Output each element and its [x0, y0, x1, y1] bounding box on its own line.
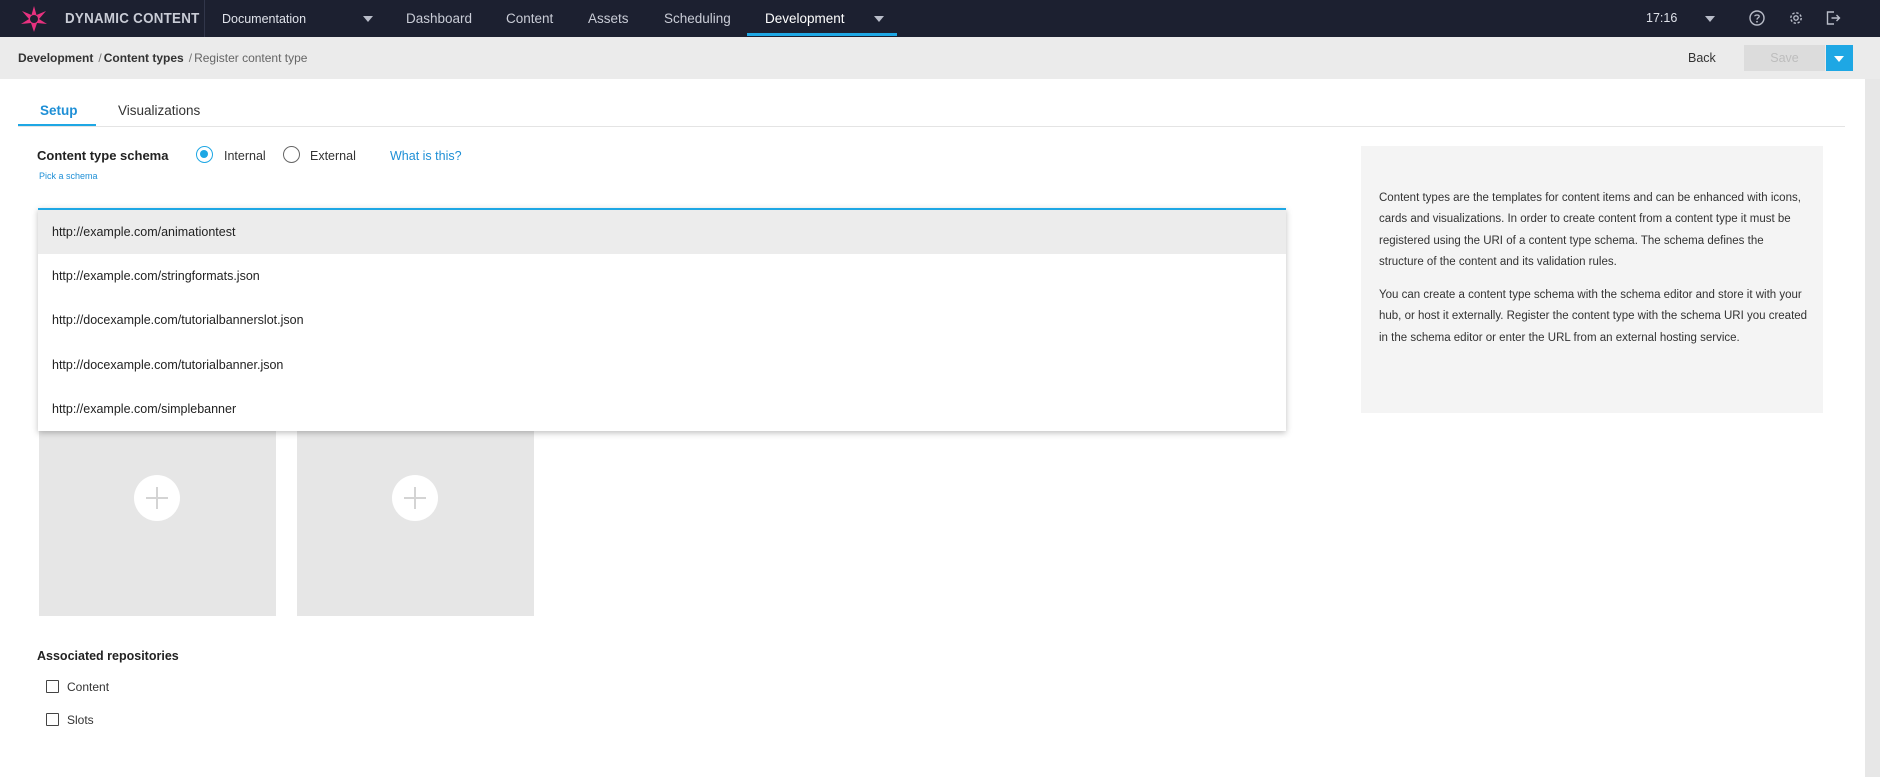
external-radio[interactable]	[283, 146, 300, 163]
gear-icon[interactable]	[1787, 9, 1805, 27]
active-nav-indicator	[747, 33, 897, 36]
info-panel: Content types are the templates for cont…	[1361, 146, 1823, 413]
tab-visualizations[interactable]: Visualizations	[118, 103, 200, 118]
nav-content[interactable]: Content	[506, 11, 553, 26]
schema-option[interactable]: http://docexample.com/tutorialbannerslot…	[38, 298, 1286, 342]
schema-option[interactable]: http://docexample.com/tutorialbanner.jso…	[38, 343, 1286, 387]
tab-divider	[18, 126, 1845, 127]
brand-name: DYNAMIC CONTENT	[65, 11, 200, 27]
breadcrumb-development[interactable]: Development	[18, 51, 93, 65]
nav-development[interactable]: Development	[765, 11, 845, 26]
tab-setup[interactable]: Setup	[40, 103, 78, 118]
add-icon[interactable]	[392, 475, 438, 521]
logo-icon[interactable]	[20, 5, 48, 33]
slots-repo-checkbox[interactable]	[46, 713, 59, 726]
schema-option[interactable]: http://example.com/simplebanner	[38, 387, 1286, 431]
slots-repo-label[interactable]: Slots	[67, 713, 94, 727]
internal-radio[interactable]	[196, 146, 213, 163]
schema-option[interactable]: http://example.com/stringformats.json	[38, 254, 1286, 298]
sign-out-icon[interactable]	[1824, 9, 1842, 27]
breadcrumb-separator: /	[98, 51, 102, 65]
top-navigation-bar: DYNAMIC CONTENT Documentation Dashboard …	[0, 0, 1880, 37]
back-button[interactable]: Back	[1688, 51, 1716, 65]
chevron-down-icon	[1834, 56, 1844, 62]
breadcrumb: Development / Content types / Register conte…	[18, 51, 307, 65]
info-paragraph-1: Content types are the templates for cont…	[1379, 192, 1801, 268]
nav-dashboard[interactable]: Dashboard	[406, 11, 472, 26]
pick-schema-label: Pick a schema	[39, 171, 98, 181]
save-options-button[interactable]	[1826, 45, 1853, 71]
scrollbar[interactable]	[1865, 79, 1880, 777]
external-radio-label[interactable]: External	[310, 149, 356, 163]
chevron-down-icon[interactable]	[363, 16, 373, 22]
nav-scheduling[interactable]: Scheduling	[664, 11, 731, 26]
hub-selector[interactable]: Documentation	[222, 12, 306, 26]
chevron-down-icon[interactable]	[1705, 16, 1715, 22]
breadcrumb-content-types[interactable]: Content types	[104, 51, 184, 65]
content-repo-checkbox[interactable]	[46, 680, 59, 693]
clock: 17:16	[1646, 11, 1678, 25]
breadcrumb-current: Register content type	[194, 51, 308, 65]
schema-label: Content type schema	[37, 148, 169, 163]
schema-dropdown[interactable]: http://example.com/animationtest http://…	[38, 208, 1286, 431]
info-paragraph-2: You can create a content type schema wit…	[1379, 289, 1808, 344]
icon-card-placeholder[interactable]	[39, 425, 276, 616]
add-icon[interactable]	[134, 475, 180, 521]
content-repo-label[interactable]: Content	[67, 680, 109, 694]
associated-repositories-label: Associated repositories	[37, 649, 179, 663]
chevron-down-icon[interactable]	[874, 16, 884, 22]
schema-option[interactable]: http://example.com/animationtest	[38, 210, 1286, 254]
nav-assets[interactable]: Assets	[588, 11, 629, 26]
internal-radio-label[interactable]: Internal	[224, 149, 266, 163]
help-icon[interactable]	[1748, 9, 1766, 27]
save-button[interactable]: Save	[1744, 45, 1825, 71]
card-placeholder[interactable]	[297, 425, 534, 616]
breadcrumb-separator: /	[188, 51, 193, 65]
divider	[204, 0, 205, 37]
what-is-this-link[interactable]: What is this?	[390, 149, 462, 163]
